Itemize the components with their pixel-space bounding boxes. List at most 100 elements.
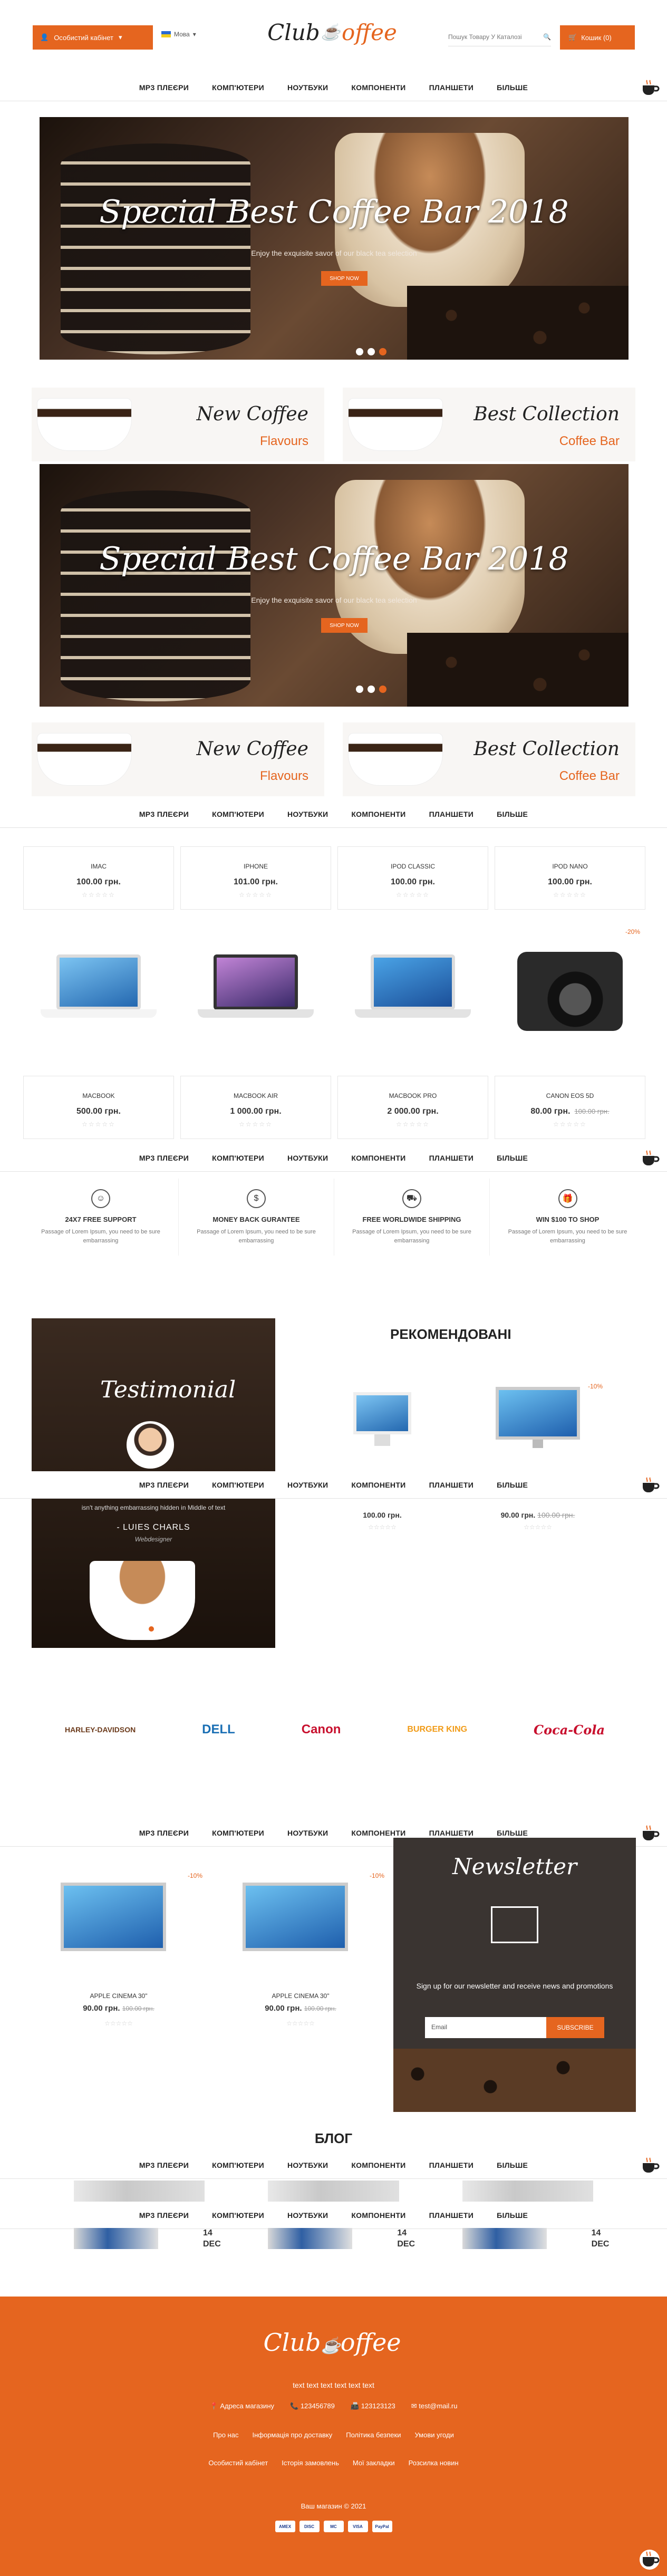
footer-link[interactable]: Політика безпеки	[346, 2431, 401, 2439]
menu-item[interactable]: БІЛЬШЕ	[497, 2161, 528, 2169]
menu-item[interactable]: КОМП'ЮТЕРИ	[212, 1481, 264, 1489]
menu-item[interactable]: МР3 ПЛЕЄРИ	[139, 1829, 189, 1837]
blog-post[interactable]	[268, 2181, 399, 2212]
footer-link[interactable]: Умови угоди	[414, 2431, 453, 2439]
blog-post[interactable]	[74, 2181, 205, 2212]
search-box[interactable]: Пошук Товару У Каталозі 🔍	[448, 27, 551, 46]
footer-link[interactable]: Мої закладки	[353, 2459, 395, 2467]
menu-item[interactable]: НОУТБУКИ	[287, 1829, 328, 1837]
menu-item[interactable]: МР3 ПЛЕЄРИ	[139, 83, 189, 92]
menu-item[interactable]: КОМПОНЕНТИ	[351, 2161, 405, 2169]
menu-item[interactable]: КОМПОНЕНТИ	[351, 1481, 405, 1489]
menu-item[interactable]: КОМП'ЮТЕРИ	[212, 1829, 264, 1837]
product-card[interactable]: -10% APPLE CINEMA 30" 90.00 грн. 100.00 …	[214, 1867, 388, 2035]
macbook-pro-image[interactable]	[337, 928, 488, 1055]
product-card[interactable]: IMAC 100.00 грн. ☆☆☆☆☆	[23, 846, 174, 910]
menu-item[interactable]: НОУТБУКИ	[287, 2161, 328, 2169]
menu-item[interactable]: ПЛАНШЕТИ	[429, 810, 474, 818]
footer-logo[interactable]: Club☕offee	[253, 2328, 411, 2357]
blog-post-row[interactable]: 14 DEC	[74, 2228, 221, 2265]
imac-image[interactable]	[337, 1392, 427, 1450]
menu-item[interactable]: БІЛЬШЕ	[497, 810, 528, 818]
brand-logo-burger-king[interactable]: BURGER KING	[407, 1725, 467, 1734]
slider-dot-active[interactable]	[379, 686, 386, 693]
macbook-image[interactable]	[23, 928, 174, 1055]
subscribe-button[interactable]: SUBSCRIBE	[546, 2017, 604, 2038]
search-input[interactable]: Пошук Товару У Каталозі	[448, 33, 522, 41]
menu-item[interactable]: БІЛЬШЕ	[497, 1481, 528, 1489]
product-card[interactable]: 100.00 грн. ☆☆☆☆☆	[337, 1511, 427, 1531]
product-name[interactable]: APPLE CINEMA 30"	[32, 1992, 206, 2000]
menu-item[interactable]: НОУТБУКИ	[287, 83, 328, 92]
blog-post[interactable]	[462, 2181, 593, 2212]
banner-best-collection[interactable]: Best Collection Coffee Bar	[343, 388, 635, 461]
product-name[interactable]: IPOD CLASSIC	[338, 863, 488, 870]
product-card[interactable]: MACBOOK AIR 1 000.00 грн. ☆☆☆☆☆	[180, 1076, 331, 1139]
product-name[interactable]: CANON EOS 5D	[495, 1092, 645, 1099]
product-card[interactable]: IPHONE 101.00 грн. ☆☆☆☆☆	[180, 846, 331, 910]
product-card[interactable]: IPOD CLASSIC 100.00 грн. ☆☆☆☆☆	[337, 846, 488, 910]
menu-item[interactable]: ПЛАНШЕТИ	[429, 83, 474, 92]
macbook-air-image[interactable]	[180, 928, 331, 1055]
language-selector[interactable]: Мова ▾	[161, 31, 196, 38]
blog-post-row[interactable]: 14 DEC	[462, 2228, 609, 2265]
shop-now-button[interactable]: SHOP NOW	[321, 618, 368, 633]
brand-logo-canon[interactable]: Canon	[302, 1722, 341, 1737]
menu-item[interactable]: НОУТБУКИ	[287, 1481, 328, 1489]
product-card[interactable]: MACBOOK 500.00 грн. ☆☆☆☆☆	[23, 1076, 174, 1139]
menu-item[interactable]: КОМПОНЕНТИ	[351, 83, 405, 92]
banner-new-coffee[interactable]: New Coffee Flavours	[32, 722, 324, 796]
product-card[interactable]: -10% APPLE CINEMA 30" 90.00 грн. 100.00 …	[32, 1867, 206, 2035]
menu-item[interactable]: КОМП'ЮТЕРИ	[212, 83, 264, 92]
menu-item[interactable]: КОМП'ЮТЕРИ	[212, 1154, 264, 1162]
menu-item[interactable]: НОУТБУКИ	[287, 810, 328, 818]
blog-post-row[interactable]: 14 DEC	[268, 2228, 415, 2265]
account-button[interactable]: 👤 Особистий кабінет ▾	[33, 25, 153, 50]
cinema-display-image[interactable]	[243, 1883, 348, 1951]
menu-item[interactable]: МР3 ПЛЕЄРИ	[139, 1154, 189, 1162]
product-name[interactable]: MACBOOK AIR	[181, 1092, 331, 1099]
menu-item[interactable]: МР3 ПЛЕЄРИ	[139, 1481, 189, 1489]
product-card[interactable]: CANON EOS 5D 80.00 грн. 100.00 грн. ☆☆☆☆☆	[495, 1076, 645, 1139]
menu-item[interactable]: КОМПОНЕНТИ	[351, 1154, 405, 1162]
menu-item[interactable]: ПЛАНШЕТИ	[429, 1481, 474, 1489]
blog-image[interactable]	[268, 2181, 399, 2202]
cinema-display-image[interactable]	[61, 1883, 166, 1951]
product-name[interactable]: MACBOOK PRO	[338, 1092, 488, 1099]
search-icon[interactable]: 🔍	[543, 33, 551, 41]
footer-link[interactable]: Інформація про доставку	[252, 2431, 332, 2439]
banner-new-coffee[interactable]: New Coffee Flavours	[32, 388, 324, 461]
product-name[interactable]: MACBOOK	[24, 1092, 173, 1099]
product-card[interactable]: IPOD NANO 100.00 грн. ☆☆☆☆☆	[495, 846, 645, 910]
menu-item[interactable]: БІЛЬШЕ	[497, 83, 528, 92]
menu-item[interactable]: КОМП'ЮТЕРИ	[212, 810, 264, 818]
cart-button[interactable]: 🛒 Кошик (0)	[560, 25, 635, 50]
product-card[interactable]: MACBOOK PRO 2 000.00 грн. ☆☆☆☆☆	[337, 1076, 488, 1139]
menu-item[interactable]: КОМПОНЕНТИ	[351, 810, 405, 818]
menu-item[interactable]: МР3 ПЛЕЄРИ	[139, 810, 189, 818]
menu-item[interactable]: КОМП'ЮТЕРИ	[212, 2161, 264, 2169]
footer-link[interactable]: Розсилка новин	[409, 2459, 459, 2467]
slider-dot[interactable]	[356, 348, 363, 355]
brand-logo-dell[interactable]: DELL	[202, 1722, 235, 1737]
blog-image[interactable]	[462, 2181, 593, 2202]
product-name[interactable]: IMAC	[24, 863, 173, 870]
menu-item[interactable]: ПЛАНШЕТИ	[429, 2161, 474, 2169]
menu-item[interactable]: БІЛЬШЕ	[497, 1154, 528, 1162]
canon-eos-image[interactable]: -20%	[495, 928, 645, 1055]
brand-logo-coca-cola[interactable]: Coca-Cola	[534, 1722, 605, 1738]
menu-item[interactable]: НОУТБУКИ	[287, 1154, 328, 1162]
footer-link[interactable]: Особистий кабінет	[208, 2459, 268, 2467]
menu-item[interactable]: КОМПОНЕНТИ	[351, 1829, 405, 1837]
slider-dot[interactable]	[368, 686, 375, 693]
slider-dot[interactable]	[368, 348, 375, 355]
shop-now-button[interactable]: SHOP NOW	[321, 271, 368, 286]
product-name[interactable]: IPHONE	[181, 863, 331, 870]
cinema-display-image[interactable]: -10%	[496, 1383, 603, 1450]
slider-dot-active[interactable]	[149, 1626, 154, 1632]
product-name[interactable]: IPOD NANO	[495, 863, 645, 870]
slider-dot-active[interactable]	[379, 348, 386, 355]
blog-image[interactable]	[74, 2181, 205, 2202]
slider-dot[interactable]	[356, 686, 363, 693]
product-name[interactable]: APPLE CINEMA 30"	[214, 1992, 388, 2000]
